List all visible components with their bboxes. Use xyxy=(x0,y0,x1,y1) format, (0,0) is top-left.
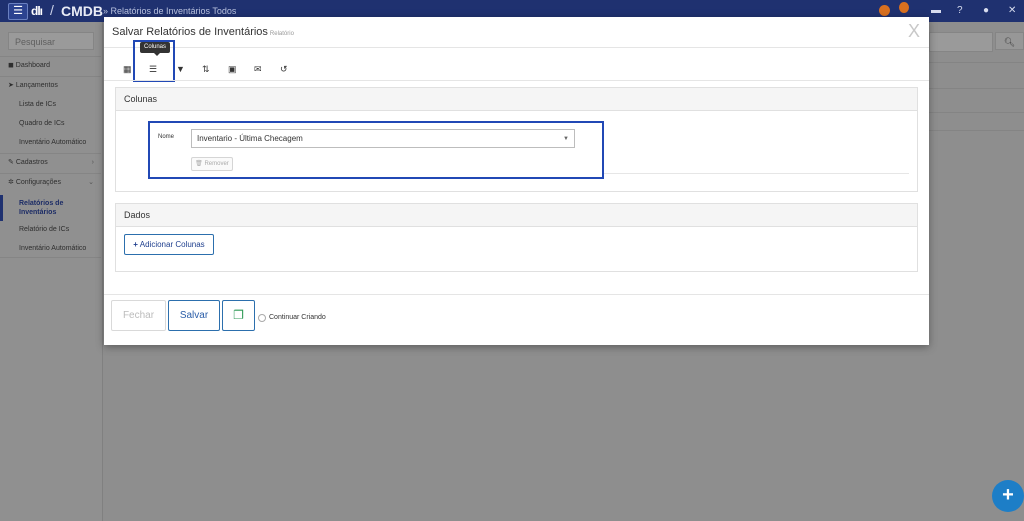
plus-icon: + xyxy=(133,240,138,249)
sidebar-item-label: Dashboard xyxy=(15,62,51,69)
sidebar-item-relatorios-inventarios[interactable]: Relatórios de Inventários xyxy=(0,195,101,221)
grid-divider xyxy=(929,88,1024,89)
undo-icon[interactable]: ↺ xyxy=(280,64,288,75)
sidebar-item-label: Configurações xyxy=(15,179,61,186)
close-button[interactable]: Fechar xyxy=(111,300,166,331)
copy-icon: ❐ xyxy=(233,308,244,322)
envelope-icon[interactable]: ✉ xyxy=(254,64,262,75)
divider xyxy=(604,173,909,174)
sidebar-item-label: Cadastros xyxy=(15,159,48,166)
grid-divider xyxy=(929,130,1024,131)
menu-icon[interactable]: ☰ xyxy=(8,3,28,20)
user-icon[interactable]: ● xyxy=(983,5,989,16)
help-icon[interactable]: ? xyxy=(957,5,963,16)
grid-divider xyxy=(929,62,1024,63)
search-icon[interactable]: 🔍︎ xyxy=(995,32,1024,50)
sidebar-item-configuracoes[interactable]: ✲ Configurações ⌄ xyxy=(0,173,101,191)
sidebar-item-inventario-automatico[interactable]: Inventário Automático xyxy=(0,134,101,152)
save-copy-button[interactable]: ❐ xyxy=(222,300,255,331)
highlight-box xyxy=(148,121,604,179)
sidebar: Pesquisar ◼ Dashboard ➤ Lançamentos List… xyxy=(0,22,103,521)
add-fab-button[interactable]: + xyxy=(992,480,1024,512)
dialog-subtitle: Relatório xyxy=(269,31,294,37)
breadcrumb: » Relatórios de Inventários Todos xyxy=(103,6,237,16)
grid-divider xyxy=(929,112,1024,113)
save-report-dialog: Salvar Relatórios de Inventários Relatóri… xyxy=(104,17,929,345)
divider xyxy=(104,294,929,295)
table-icon[interactable]: ▦ xyxy=(123,64,132,75)
dialog-title: Salvar Relatórios de Inventários Relatóri… xyxy=(112,26,294,38)
save-button[interactable]: Salvar xyxy=(168,300,220,331)
sidebar-item-cadastros[interactable]: ✎ Cadastros › xyxy=(0,153,101,171)
grid-search-input[interactable] xyxy=(929,32,993,52)
notification-icon[interactable] xyxy=(899,2,909,13)
sort-icon[interactable]: ⇅ xyxy=(202,64,210,75)
card-icon[interactable]: ▬ xyxy=(931,5,941,16)
sidebar-item-lista-ics[interactable]: Lista de ICs xyxy=(0,96,101,114)
avatar-icon[interactable] xyxy=(879,5,890,16)
calendar-icon[interactable]: ▣ xyxy=(228,64,237,75)
sidebar-item-quadro-ics[interactable]: Quadro de ICs xyxy=(0,115,101,133)
title-separator: / xyxy=(50,2,54,18)
list-icon[interactable]: ☰ xyxy=(149,64,157,75)
sidebar-item-dashboard[interactable]: ◼ Dashboard xyxy=(0,56,101,74)
add-columns-button[interactable]: + Adicionar Colunas xyxy=(124,234,214,255)
sidebar-item-inventario-automatico-2[interactable]: Inventário Automático xyxy=(0,240,101,258)
sidebar-item-lancamentos[interactable]: ➤ Lançamentos xyxy=(0,76,101,94)
dados-panel: Dados xyxy=(115,203,918,272)
search-input[interactable]: Pesquisar xyxy=(8,32,94,50)
highlight-box xyxy=(133,40,175,82)
app-name[interactable]: CMDB xyxy=(61,3,103,19)
continue-creating-label: Continuar Criando xyxy=(269,314,326,321)
sidebar-item-relatorio-ics[interactable]: Relatório de ICs xyxy=(0,221,101,239)
divider xyxy=(104,80,929,81)
panel-title: Colunas xyxy=(116,88,917,111)
sidebar-item-label: Lançamentos xyxy=(15,82,58,89)
filter-icon[interactable]: ▼ xyxy=(176,64,185,74)
chevron-right-icon: › xyxy=(91,159,94,166)
chevron-down-icon: ⌄ xyxy=(88,179,94,186)
close-dialog-button[interactable]: X xyxy=(908,21,920,42)
app-logo[interactable]: dlı xyxy=(31,4,43,18)
continue-creating-checkbox[interactable] xyxy=(258,314,266,322)
close-icon[interactable]: ✕ xyxy=(1008,5,1016,16)
divider xyxy=(104,47,929,48)
panel-title: Dados xyxy=(116,204,917,227)
